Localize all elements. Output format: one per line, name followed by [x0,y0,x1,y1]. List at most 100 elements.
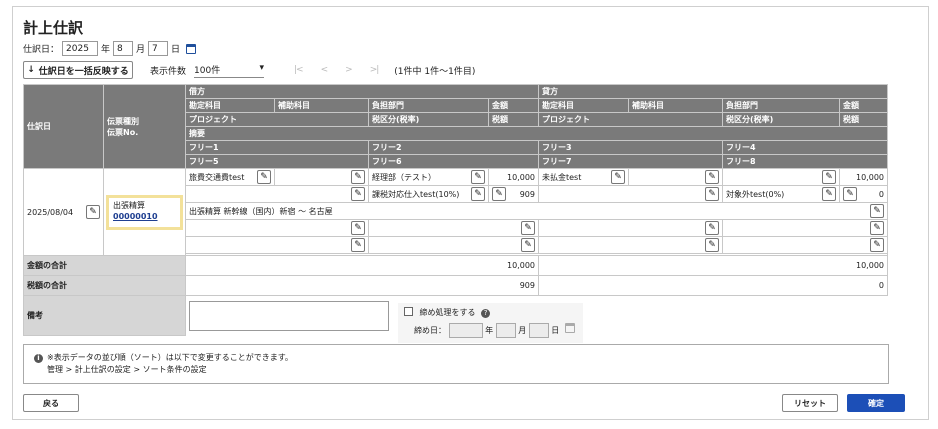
page-info: (1件中 1件～1件目) [394,66,476,77]
edit-debit-tax-pencil-icon[interactable]: ✎ [492,187,506,201]
back-button[interactable]: 戻る [23,394,79,412]
debit-dept: 経理部（テスト） [372,172,436,182]
credit-sub-cell: ✎ [628,168,723,186]
reset-button[interactable]: リセット [782,394,838,412]
edit-credit-project-pencil-icon[interactable]: ✎ [705,187,719,201]
total-amount-credit: 10,000 [538,255,888,276]
free-4-cell: ✎ [722,219,888,237]
credit-amount: 10,000 [839,168,888,186]
header-free-3: フリー3 [538,140,723,155]
edit-free-1-pencil-icon[interactable]: ✎ [351,221,365,235]
header-account: 勘定科目 [538,98,629,113]
summary-cell: 出張精算 新幹線（国内）新宿 〜 名古屋 ✎ [185,202,888,220]
edit-credit-dept-pencil-icon[interactable]: ✎ [822,170,836,184]
edit-date-pencil-icon[interactable]: ✎ [86,205,100,219]
closing-day-unit: 日 [551,326,560,335]
debit-project-cell: ✎ [185,185,369,203]
info-icon: i [34,353,43,363]
row-date: 2025/08/04 [27,207,74,217]
memo-textarea[interactable] [189,300,389,331]
edit-debit-sub-pencil-icon[interactable]: ✎ [351,170,365,184]
year-input[interactable]: 2025 [62,41,99,56]
header-date: 仕訳日 [23,84,104,169]
debit-dept-cell: 経理部（テスト） ✎ [368,168,489,186]
header-free-6: フリー6 [368,154,539,169]
caret-down-icon: ▾ [259,62,265,73]
edit-free-2-pencil-icon[interactable]: ✎ [521,221,535,235]
header-project: プロジェクト [538,112,723,127]
header-debit: 借方 [185,84,539,99]
edit-debit-account-pencil-icon[interactable]: ✎ [257,170,271,184]
free-3-cell: ✎ [538,219,723,237]
edit-free-7-pencil-icon[interactable]: ✎ [705,238,719,252]
debit-taxcat: 課税対応仕入test(10%) [372,189,460,199]
year-unit: 年 [101,45,111,55]
free-7-cell: ✎ [538,236,723,254]
slip-number-link[interactable]: 00000010 [113,211,176,222]
debit-amount: 10,000 [488,168,539,186]
edit-credit-account-pencil-icon[interactable]: ✎ [611,170,625,184]
debit-tax: 909 [519,189,535,199]
closing-checkbox[interactable] [404,307,413,316]
header-taxcat: 税区分(税率) [368,112,489,127]
last-page-button[interactable]: >| [370,65,380,75]
credit-dept-cell: ✎ [722,168,840,186]
header-dept: 負担部門 [722,98,840,113]
header-free-2: フリー2 [368,140,539,155]
slip-type: 出張精算 [113,200,145,210]
header-summary: 摘要 [185,126,888,141]
confirm-button[interactable]: 確定 [847,394,905,412]
arrow-down-icon: ↓ [27,65,35,75]
next-page-button[interactable]: > [345,65,352,75]
header-slip-no: 伝票No. [107,127,139,137]
header-amount: 金額 [488,98,539,113]
perpage-select[interactable]: 100件 ▾ [194,62,265,78]
journal-date-row: 仕訳日： 2025 年 8 月 7 日 [23,41,197,56]
notice-line1: ※表示データの並び順（ソート）は以下で変更することができます。 [47,353,293,362]
credit-project-cell: ✎ [538,185,723,203]
help-icon[interactable]: ? [481,308,491,318]
edit-free-5-pencil-icon[interactable]: ✎ [351,238,365,252]
free-6-cell: ✎ [368,236,539,254]
notice-line2: 管理 > 計上仕訳の設定 > ソート条件の設定 [47,365,207,374]
edit-credit-taxcat-pencil-icon[interactable]: ✎ [822,187,836,201]
credit-taxcat-cell: 対象外test(0%) ✎ [722,185,840,203]
edit-credit-sub-pencil-icon[interactable]: ✎ [705,170,719,184]
day-input[interactable]: 7 [148,41,169,56]
header-sub: 補助科目 [628,98,723,113]
free-5-cell: ✎ [185,236,369,254]
header-free-8: フリー8 [722,154,888,169]
calendar-icon[interactable] [186,43,197,54]
edit-debit-taxcat-pencil-icon[interactable]: ✎ [471,187,485,201]
edit-debit-project-pencil-icon[interactable]: ✎ [351,187,365,201]
header-project: プロジェクト [185,112,369,127]
closing-month-input[interactable] [495,323,516,338]
debit-account-cell: 旅費交通費test ✎ [185,168,275,186]
apply-date-button[interactable]: ↓ 仕訳日を一括反映する [23,61,133,79]
edit-debit-dept-pencil-icon[interactable]: ✎ [471,170,485,184]
row-slip-cell: 出張精算 00000010 [103,168,186,256]
total-amount-label: 金額の合計 [23,255,186,276]
header-free-7: フリー7 [538,154,723,169]
main-panel: 計上仕訳 仕訳日： 2025 年 8 月 7 日 ↓ 仕訳日を一括反映する 表示… [12,6,929,420]
header-slip-type: 伝票種別 [107,116,139,126]
month-input[interactable]: 8 [113,41,134,56]
first-page-button[interactable]: |< [294,65,304,75]
edit-free-4-pencil-icon[interactable]: ✎ [870,221,884,235]
edit-credit-tax-pencil-icon[interactable]: ✎ [843,187,857,201]
journal-date-label: 仕訳日： [23,45,60,55]
closing-day-input[interactable] [528,323,549,338]
edit-free-8-pencil-icon[interactable]: ✎ [870,238,884,252]
closing-year-input[interactable] [448,323,483,338]
edit-free-3-pencil-icon[interactable]: ✎ [705,221,719,235]
debit-taxcat-cell: 課税対応仕入test(10%) ✎ [368,185,489,203]
edit-summary-pencil-icon[interactable]: ✎ [870,204,884,218]
edit-free-6-pencil-icon[interactable]: ✎ [521,238,535,252]
closing-calendar-icon[interactable] [564,323,575,333]
prev-page-button[interactable]: < [321,65,328,75]
page-title: 計上仕訳 [23,19,84,37]
toolbar: ↓ 仕訳日を一括反映する 表示件数 100件 ▾ |< < > >| (1件中 … [23,61,475,79]
row-date-cell: 2025/08/04 ✎ [23,168,104,256]
header-free-5: フリー5 [185,154,369,169]
credit-taxcat: 対象外test(0%) [726,189,785,199]
